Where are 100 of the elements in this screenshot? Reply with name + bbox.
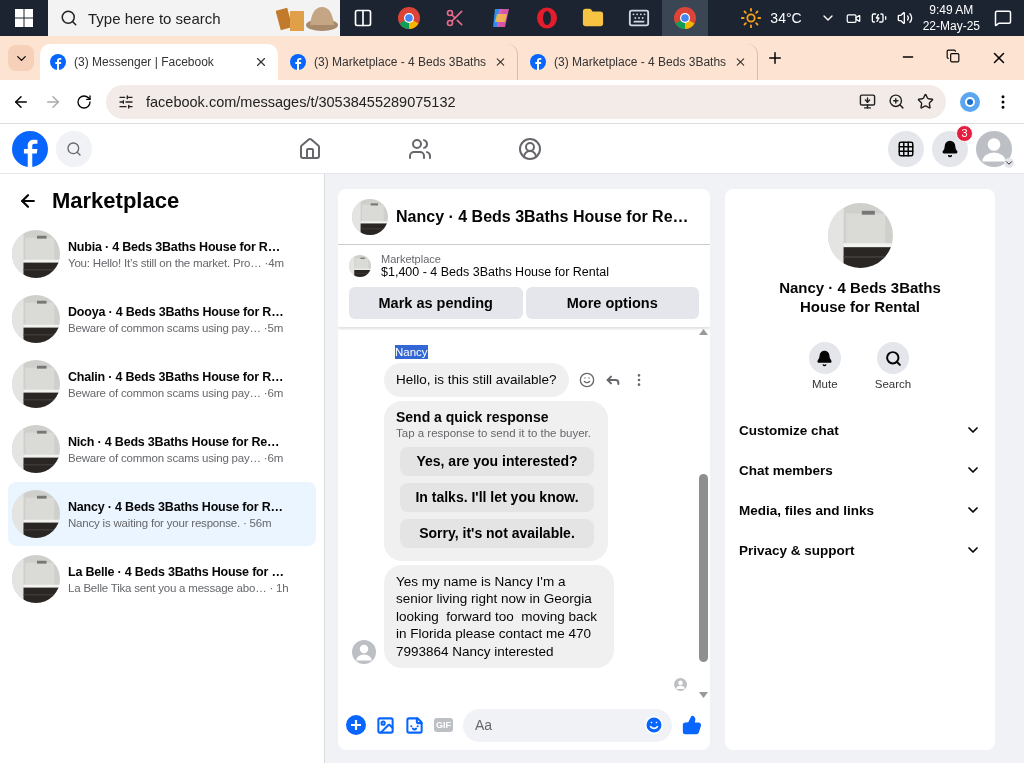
- tab-search-button[interactable]: [8, 45, 34, 71]
- conversation-name: Dooya · 4 Beds 3Baths House for R…: [68, 304, 284, 319]
- conversation-name: Chalin · 4 Beds 3Baths House for R…: [68, 369, 284, 384]
- facebook-icon: [50, 54, 66, 70]
- back-icon[interactable]: [18, 191, 38, 211]
- taskbar-search-field[interactable]: Type here to search: [48, 0, 340, 36]
- notification-icon[interactable]: [994, 9, 1012, 27]
- notifications-button[interactable]: [932, 130, 968, 167]
- bookmark-star-icon[interactable]: [917, 93, 934, 110]
- listing-summary: $1,400 - 4 Beds 3Baths House for Rental: [381, 265, 609, 279]
- reload-icon[interactable]: [76, 93, 92, 110]
- opera-icon[interactable]: [536, 7, 558, 29]
- emoji-icon[interactable]: [644, 715, 664, 735]
- site-info-icon[interactable]: [118, 93, 134, 110]
- details-title: Nancy · 4 Beds 3Baths House for Rental: [778, 278, 942, 316]
- conversation-name: La Belle · 4 Beds 3Baths House for …: [68, 564, 285, 579]
- bell-icon: [941, 139, 959, 158]
- volume-icon[interactable]: [896, 10, 913, 26]
- quick-response-button[interactable]: Sorry, it's not available.: [400, 518, 594, 548]
- listing-action-button[interactable]: More options: [525, 287, 699, 319]
- message-time: ·5m: [263, 321, 284, 334]
- zoom-icon[interactable]: [888, 93, 905, 110]
- close-icon[interactable]: [494, 55, 507, 69]
- chevron-icon: [1004, 157, 1014, 168]
- message-preview: Beware of common scams using pay…: [68, 451, 261, 464]
- grid-icon: [897, 139, 915, 158]
- folder-icon[interactable]: [582, 7, 604, 29]
- conversation-item[interactable]: Nich · 4 Beds 3Baths House for Re… Beware of common scams using pay… ·6m: [8, 417, 316, 481]
- message-field[interactable]: Aa: [463, 708, 672, 742]
- keyboard-icon[interactable]: [628, 7, 650, 29]
- close-icon[interactable]: [734, 55, 747, 69]
- search-button[interactable]: [56, 130, 92, 167]
- message-preview: Nancy is waiting for your response.: [68, 516, 240, 529]
- install-icon[interactable]: [859, 93, 876, 110]
- conversation-name: Nubia · 4 Beds 3Baths House for R…: [68, 239, 281, 254]
- weather-icon[interactable]: [740, 7, 763, 29]
- facebook-logo[interactable]: [12, 130, 48, 167]
- task-view-icon[interactable]: [353, 8, 373, 28]
- message-time: ·4m: [264, 256, 284, 269]
- details-section[interactable]: Customize chat: [725, 410, 995, 450]
- sticker-icon[interactable]: [405, 715, 424, 735]
- friends-icon[interactable]: [408, 136, 432, 161]
- message-preview: Beware of common scams using pay…: [68, 321, 261, 334]
- scrollbar[interactable]: [697, 327, 710, 700]
- details-section[interactable]: Media, files and links: [725, 490, 995, 530]
- message-preview: Beware of common scams using pay…: [68, 386, 261, 399]
- details-action-label: Mute: [812, 378, 838, 390]
- chrome-icon[interactable]: [397, 6, 421, 30]
- avatar-icon: [352, 640, 376, 664]
- message-time: · 1h: [269, 581, 289, 594]
- add-icon[interactable]: [346, 715, 366, 735]
- details-action-label: Search: [874, 378, 912, 390]
- details-section[interactable]: Chat members: [725, 450, 995, 490]
- facebook-icon: [530, 54, 546, 70]
- conversation-item[interactable]: La Belle · 4 Beds 3Baths House for … La Belle Tika sent you a message abo… · 1h: [8, 547, 316, 611]
- listing-label: Marketplace: [381, 253, 442, 265]
- scissors-icon[interactable]: [445, 8, 465, 28]
- new-tab-icon[interactable]: [766, 49, 784, 67]
- scroll-up-icon[interactable]: [699, 329, 708, 335]
- conversation-item[interactable]: Nancy · 4 Beds 3Baths House for R… Nancy is waiting for your response. · 56m: [8, 482, 316, 546]
- groups-icon[interactable]: [518, 136, 542, 161]
- sidebar-title: Marketplace: [52, 188, 180, 214]
- photo-icon[interactable]: [376, 715, 395, 735]
- notification-badge: 3: [956, 124, 973, 142]
- conversation-item[interactable]: Nubia · 4 Beds 3Baths House for R… You: Hello! It’s still on the market. Pro… ·4m: [8, 222, 316, 286]
- search-icon: [66, 140, 82, 157]
- clock[interactable]: 9:49 AM 22-May-25: [912, 2, 990, 34]
- battery-icon[interactable]: [870, 10, 887, 26]
- message-bubble: Yes my name is Nancy I'm a senior living right now in Georgia looking forward too moving back in Florida please contact me 470 7993864 Nancy interested: [384, 564, 614, 668]
- like-icon[interactable]: [682, 715, 702, 735]
- message-time: · 56m: [243, 516, 272, 529]
- bell-icon: [816, 349, 834, 367]
- react-icon[interactable]: [578, 371, 595, 388]
- quick-response-button[interactable]: In talks. I'll let you know.: [400, 482, 594, 512]
- details-section[interactable]: Privacy & support: [725, 530, 995, 570]
- quick-response-subtitle: Tap a response to send it to the buyer.: [396, 426, 592, 439]
- scroll-down-icon[interactable]: [699, 692, 708, 698]
- address-bar[interactable]: facebook.com/messages/t/30538455289075132: [106, 84, 946, 119]
- quick-response-button[interactable]: Yes, are you interested?: [400, 446, 594, 476]
- chat-title: Nancy · 4 Beds 3Baths House for Re…: [396, 207, 689, 226]
- chrome-icon[interactable]: [673, 6, 697, 30]
- message-preview: La Belle Tika sent you a message abo…: [68, 581, 267, 594]
- browser-tab[interactable]: (3) Messenger | Facebook: [40, 44, 278, 80]
- home-icon[interactable]: [298, 136, 322, 161]
- menu-button[interactable]: [888, 130, 924, 167]
- close-icon[interactable]: [254, 55, 268, 69]
- sender-name: Nancy: [395, 345, 428, 359]
- extension-icon[interactable]: [960, 91, 980, 112]
- conversation-item[interactable]: Chalin · 4 Beds 3Baths House for R… Beware of common scams using pay… ·6m: [8, 352, 316, 416]
- message-preview: You: Hello! It’s still on the market. Pro…: [68, 256, 262, 269]
- listing-action-button[interactable]: Mark as pending: [349, 287, 523, 319]
- facebook-icon: [290, 54, 306, 70]
- conversation-item[interactable]: Dooya · 4 Beds 3Baths House for R… Beware of common scams using pay… ·5m: [8, 287, 316, 351]
- avatar-icon: [674, 678, 687, 691]
- details-action-button[interactable]: [808, 342, 841, 374]
- details-action-button[interactable]: [877, 342, 909, 374]
- avatar-icon: [976, 130, 1012, 167]
- temperature: 34°C: [770, 10, 802, 26]
- restore-icon[interactable]: [946, 49, 960, 63]
- message-time: ·6m: [263, 451, 284, 464]
